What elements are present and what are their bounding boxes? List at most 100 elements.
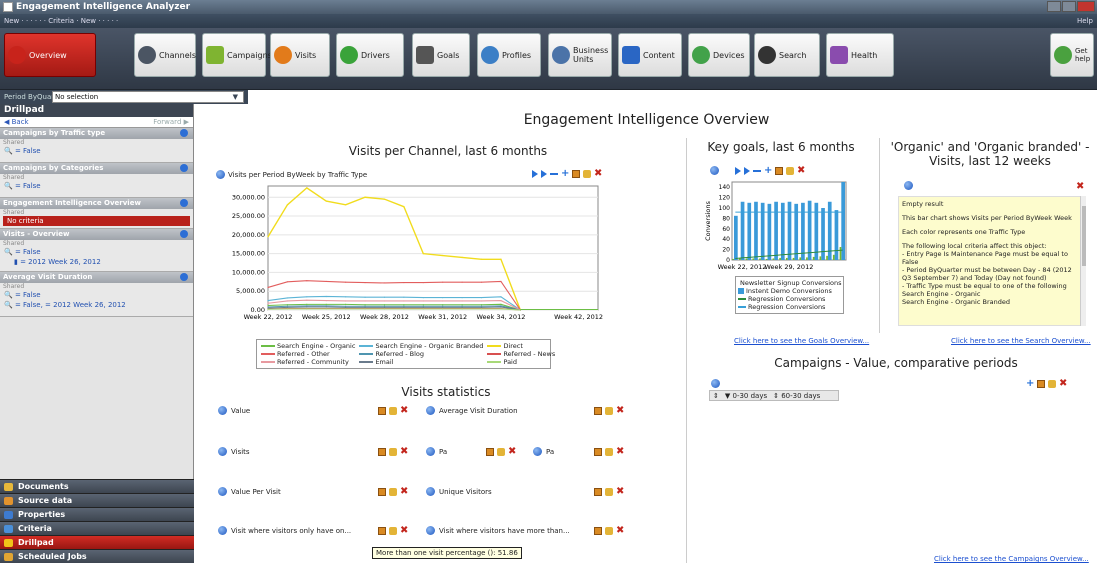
refresh-icon[interactable] <box>218 526 227 535</box>
quick-access-items[interactable]: New · · · · · · Criteria · New · · · · · <box>4 17 118 25</box>
plus-icon[interactable]: + <box>764 165 772 175</box>
plus-icon[interactable]: + <box>1026 379 1034 389</box>
delete-icon[interactable]: ✖ <box>400 487 408 497</box>
stat-item[interactable]: Visit where visitors have more than... <box>426 526 570 535</box>
stat-item[interactable]: Value Per Visit <box>218 487 281 496</box>
refresh-icon[interactable] <box>216 170 225 179</box>
column-60-30[interactable]: ⇕ 60-30 days <box>773 392 820 400</box>
plus-icon[interactable]: + <box>561 169 569 179</box>
search-overview-link[interactable]: Click here to see the Search Overview... <box>951 337 1091 345</box>
drillpad-item-value[interactable]: No criteria <box>3 216 190 226</box>
delete-icon[interactable]: ✖ <box>616 487 624 497</box>
refresh-icon[interactable] <box>180 129 188 137</box>
tab-business-units[interactable]: Business Units <box>548 33 612 77</box>
lock-icon[interactable] <box>389 407 397 415</box>
stat-item[interactable]: Value <box>218 406 250 415</box>
lock-icon[interactable] <box>1048 380 1056 388</box>
drillpad-item-value[interactable]: ▮ = 2012 Week 26, 2012 <box>0 257 193 267</box>
drillpad-item[interactable]: Average Visit Duration Shared 🔍 = False 🔍 =… <box>0 272 193 317</box>
delete-icon[interactable]: ✖ <box>400 406 408 416</box>
table-icon[interactable] <box>378 488 386 496</box>
maximize-button[interactable] <box>1062 1 1076 12</box>
delete-icon[interactable]: ✖ <box>1076 182 1084 192</box>
play-icon[interactable] <box>735 166 741 175</box>
stat-item[interactable]: Visit where visitors only have on... <box>218 526 351 535</box>
refresh-icon[interactable] <box>710 166 719 175</box>
table-icon[interactable] <box>775 166 783 175</box>
refresh-icon[interactable] <box>426 487 435 496</box>
refresh-icon[interactable] <box>218 406 227 415</box>
table-icon[interactable] <box>594 527 602 535</box>
tab-overview[interactable]: Overview <box>4 33 96 77</box>
delete-icon[interactable]: ✖ <box>616 406 624 416</box>
stat-item[interactable]: Unique Visitors <box>426 487 492 496</box>
forward-link[interactable]: Forward ▶ <box>153 117 189 127</box>
table-icon[interactable] <box>378 407 386 415</box>
table-icon[interactable] <box>378 448 386 456</box>
help-button[interactable]: Help <box>1077 14 1093 28</box>
table-icon[interactable] <box>378 527 386 535</box>
tab-search[interactable]: Search <box>754 33 820 77</box>
tab-visits[interactable]: Visits <box>270 33 330 77</box>
lock-icon[interactable] <box>605 448 613 456</box>
drillpad-item[interactable]: Engagement Intelligence Overview Shared No… <box>0 198 193 229</box>
refresh-icon[interactable] <box>180 199 188 207</box>
delete-icon[interactable]: ✖ <box>797 165 805 175</box>
refresh-icon[interactable] <box>218 447 227 456</box>
delete-icon[interactable]: ✖ <box>616 447 624 457</box>
panel-drillpad[interactable]: Drillpad <box>0 535 194 549</box>
minus-icon[interactable] <box>550 173 558 175</box>
back-link[interactable]: ◀ Back <box>4 117 29 127</box>
refresh-icon[interactable] <box>904 181 913 190</box>
delete-icon[interactable]: ✖ <box>400 447 408 457</box>
delete-icon[interactable]: ✖ <box>594 169 602 179</box>
panel-criteria[interactable]: Criteria <box>0 521 194 535</box>
tab-channels[interactable]: Channels <box>134 33 196 77</box>
goals-overview-link[interactable]: Click here to see the Goals Overview... <box>734 337 869 345</box>
drillpad-item[interactable]: Campaigns by Traffic type Shared 🔍 = False <box>0 128 193 163</box>
lock-icon[interactable] <box>605 407 613 415</box>
table-icon[interactable] <box>594 407 602 415</box>
refresh-icon[interactable] <box>426 406 435 415</box>
stat-item[interactable]: Pa <box>426 447 447 456</box>
refresh-icon[interactable] <box>180 273 188 281</box>
stat-item[interactable]: Visits <box>218 447 250 456</box>
refresh-icon[interactable] <box>711 379 720 388</box>
lock-icon[interactable] <box>605 527 613 535</box>
tab-goals[interactable]: Goals <box>412 33 470 77</box>
table-icon[interactable] <box>594 488 602 496</box>
table-icon[interactable] <box>594 448 602 456</box>
panel-documents[interactable]: Documents <box>0 479 194 493</box>
table-icon[interactable] <box>486 448 494 456</box>
delete-icon[interactable]: ✖ <box>508 447 516 457</box>
tab-content[interactable]: Content <box>618 33 682 77</box>
stat-item[interactable]: Average Visit Duration <box>426 406 518 415</box>
lock-icon[interactable] <box>389 488 397 496</box>
drillpad-item-value[interactable]: 🔍 = False <box>0 181 193 191</box>
period-filter-select[interactable]: No selection ▼ <box>52 91 244 103</box>
play-icon[interactable] <box>532 170 538 178</box>
panel-properties[interactable]: Properties <box>0 507 194 521</box>
lock-icon[interactable] <box>583 170 591 178</box>
drillpad-item-value[interactable]: 🔍 = False <box>0 146 193 156</box>
column-0-30[interactable]: ▼ 0-30 days <box>725 392 767 400</box>
refresh-icon[interactable] <box>180 164 188 172</box>
tab-health[interactable]: Health <box>826 33 894 77</box>
minus-icon[interactable] <box>753 169 761 172</box>
drillpad-item[interactable]: Visits - Overview Shared 🔍 = False ▮ = 2012… <box>0 229 193 272</box>
sort-icon[interactable]: ⇕ <box>713 392 719 400</box>
lock-icon[interactable] <box>497 448 505 456</box>
campaigns-overview-link[interactable]: Click here to see the Campaigns Overview… <box>934 555 1089 563</box>
lock-icon[interactable] <box>605 488 613 496</box>
refresh-icon[interactable] <box>180 230 188 238</box>
table-icon[interactable] <box>1037 380 1045 388</box>
tab-campaigns[interactable]: Campaigns <box>202 33 272 77</box>
table-icon[interactable] <box>572 170 580 178</box>
tab-devices[interactable]: Devices <box>688 33 750 77</box>
fast-forward-icon[interactable] <box>744 166 750 175</box>
stat-item[interactable]: Pa <box>533 447 554 456</box>
panel-source-data[interactable]: Source data <box>0 493 194 507</box>
panel-scheduled-jobs[interactable]: Scheduled Jobs <box>0 549 194 563</box>
fast-forward-icon[interactable] <box>541 170 547 178</box>
notes-scrollbar[interactable] <box>1080 196 1086 326</box>
